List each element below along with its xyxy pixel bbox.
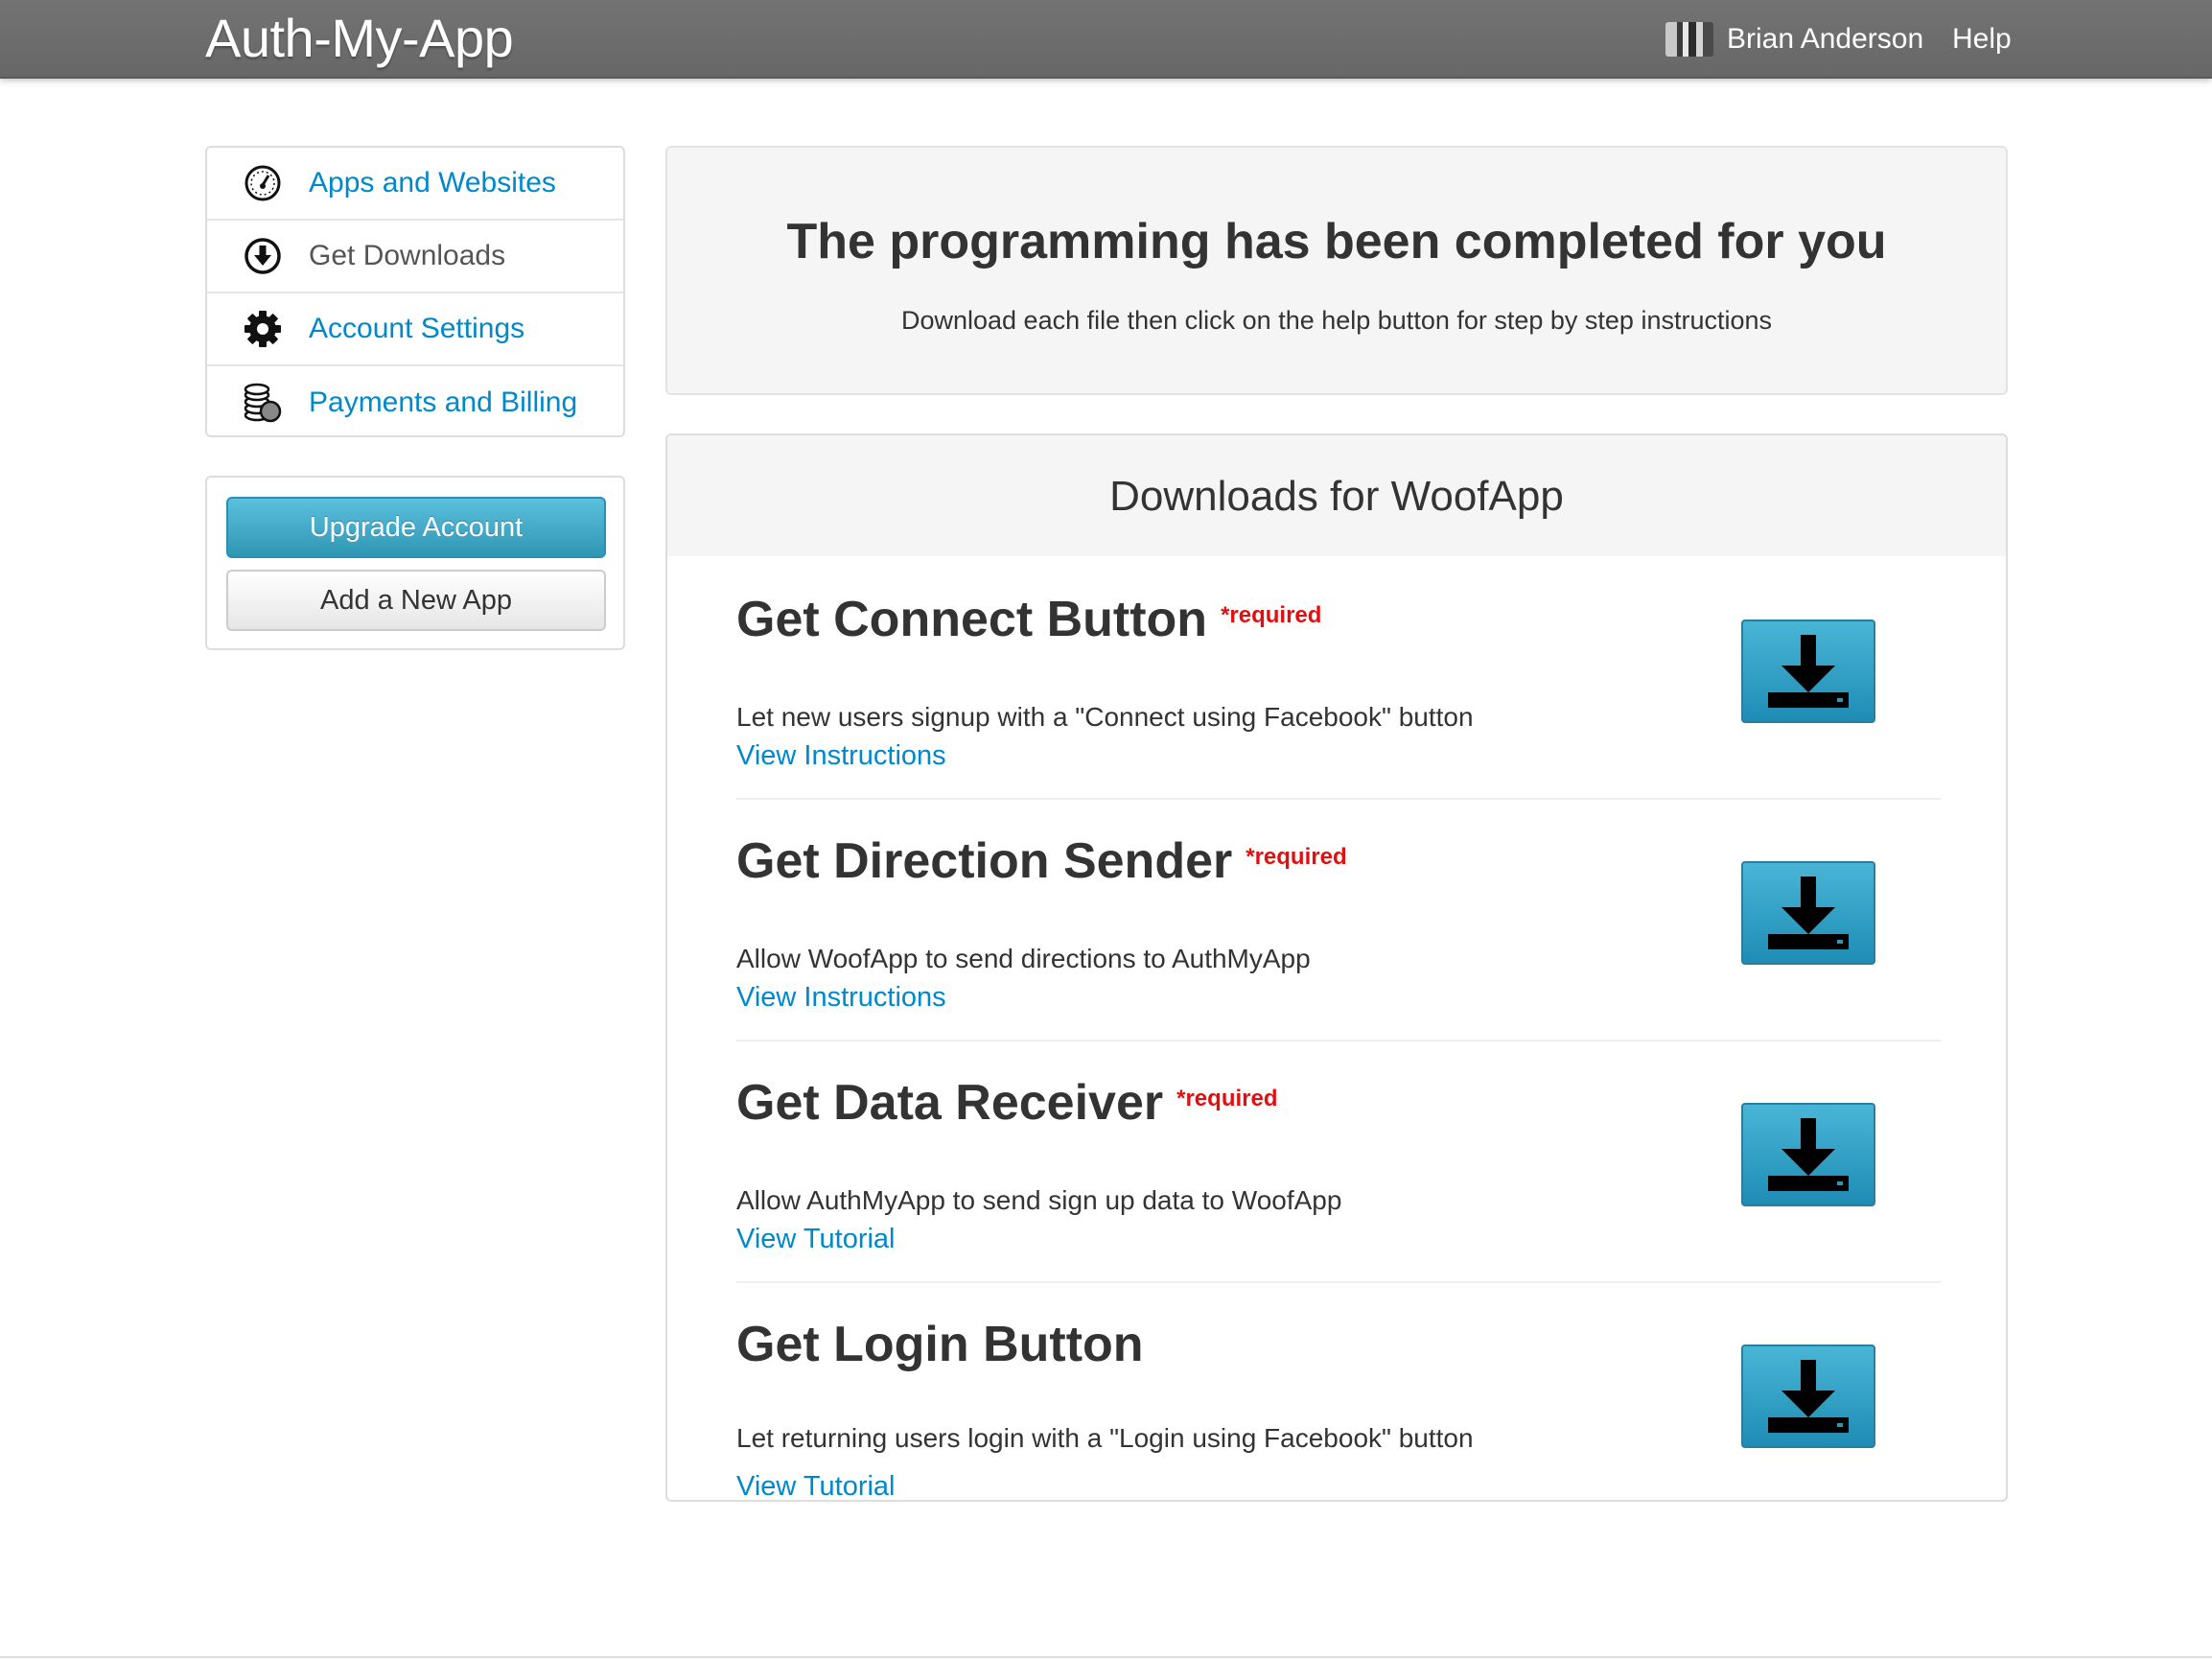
required-badge: *required [1176,1086,1278,1111]
download-item-title-text: Get Data Receiver [736,1075,1164,1131]
download-item-connect-button: Get Connect Button *required Let new user… [736,556,1941,800]
sidebar-item-get-downloads[interactable]: Get Downloads [207,221,623,293]
sidebar-item-label: Apps and Websites [309,167,556,199]
sidebar-item-apps-and-websites[interactable]: Apps and Websites [207,148,623,221]
sidebar-item-label: Payments and Billing [309,386,578,418]
download-tray-icon [1768,1118,1849,1191]
sidebar-item-account-settings[interactable]: Account Settings [207,293,623,366]
download-tray-icon [1768,635,1849,708]
download-item-description: Let returning users login with a "Login … [736,1423,1474,1453]
download-item-title-text: Get Direction Sender [736,833,1233,889]
download-item-description: Allow WoofApp to send directions to Auth… [736,944,1311,973]
download-button[interactable] [1741,620,1875,723]
sidebar-actions: Upgrade Account Add a New App [205,476,625,650]
sidebar-item-label: Account Settings [309,313,525,344]
download-button[interactable] [1741,1103,1875,1206]
download-item-title: Get Data Receiver *required [736,1074,1278,1132]
top-navbar: Auth-My-App Brian Anderson Help [0,0,2212,79]
view-tutorial-link[interactable]: View Tutorial [736,1222,896,1256]
download-item-title: Get Direction Sender *required [736,832,1347,890]
add-new-app-button[interactable]: Add a New App [226,570,606,631]
coins-icon [242,382,284,424]
download-item-direction-sender: Get Direction Sender *required Allow Woof… [736,798,1941,1041]
download-item-title: Get Login Button [736,1316,1144,1373]
view-tutorial-link[interactable]: View Tutorial [736,1469,896,1500]
gear-icon [242,308,284,350]
download-tray-icon [1768,1360,1849,1433]
download-item-title-text: Get Connect Button [736,592,1208,647]
required-badge: *required [1246,844,1347,870]
download-item-title-text: Get Login Button [736,1317,1144,1372]
download-circle-icon [242,235,284,277]
download-item-description: Let new users signup with a "Connect usi… [736,702,1474,732]
download-button[interactable] [1741,1344,1875,1448]
help-link[interactable]: Help [1952,19,2012,59]
upgrade-account-button[interactable]: Upgrade Account [226,497,606,558]
brand-logo-link[interactable]: Auth-My-App [205,6,514,71]
view-instructions-link[interactable]: View Instructions [736,980,946,1015]
download-item-description: Allow AuthMyApp to send sign up data to … [736,1185,1342,1215]
hero-banner: The programming has been completed for y… [665,146,2008,395]
downloads-panel: Downloads for WoofApp Get Connect Button… [665,433,2008,1502]
sidebar-item-label: Get Downloads [309,240,506,271]
sidebar-nav: Apps and Websites Get Downloads Account … [205,146,625,437]
footer-divider [0,1656,2212,1658]
download-item-data-receiver: Get Data Receiver *required Allow AuthMyA… [736,1040,1941,1283]
downloads-panel-header: Downloads for WoofApp [667,435,2006,556]
download-item-login-button: Get Login Button Let returning users log… [736,1281,1941,1500]
user-name-link[interactable]: Brian Anderson [1727,23,1923,56]
user-menu[interactable]: Brian Anderson [1665,19,1923,59]
dashboard-gauge-icon [242,162,284,204]
sidebar-item-payments-and-billing[interactable]: Payments and Billing [207,366,623,439]
hero-title: The programming has been completed for y… [786,214,1887,269]
download-item-title: Get Connect Button *required [736,591,1321,648]
download-tray-icon [1768,877,1849,949]
user-avatar[interactable] [1665,22,1713,57]
downloads-title: Downloads for WoofApp [1109,473,1564,520]
required-badge: *required [1221,602,1322,628]
hero-subtitle: Download each file then click on the hel… [900,306,1773,335]
view-instructions-link[interactable]: View Instructions [736,738,946,773]
download-button[interactable] [1741,861,1875,965]
